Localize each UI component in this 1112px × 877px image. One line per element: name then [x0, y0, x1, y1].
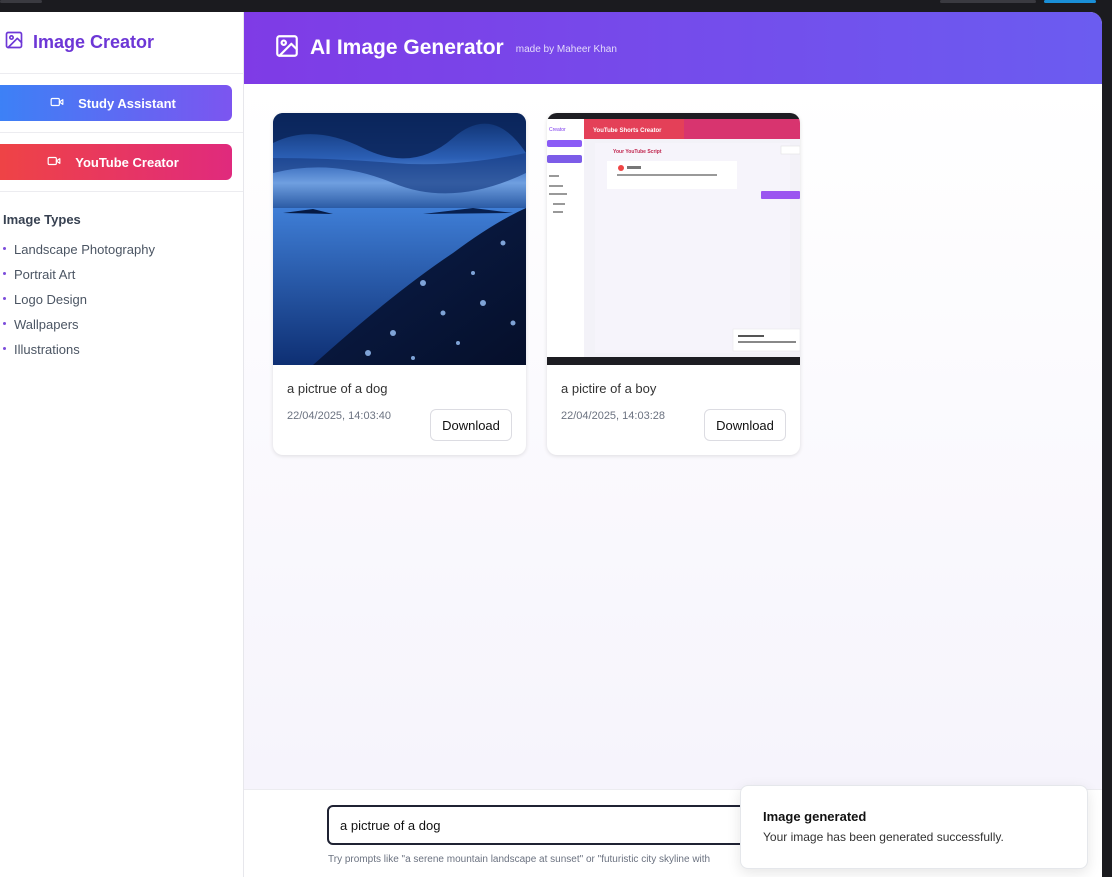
download-button[interactable]: Download: [704, 409, 786, 441]
youtube-creator-button[interactable]: YouTube Creator: [0, 144, 232, 180]
toast-title: Image generated: [763, 809, 867, 824]
thumb-brand: Creator: [549, 127, 566, 133]
window-chrome-left: [0, 0, 42, 3]
page-header: AI Image Generator made by Maheer Khan: [244, 12, 1102, 84]
app-window: Image Creator Study Assistant YouTube Cr…: [0, 12, 1102, 877]
image-types-list: Landscape Photography Portrait Art Logo …: [3, 237, 243, 362]
image-type-wallpapers[interactable]: Wallpapers: [3, 312, 243, 337]
toast-description: Your image has been generated successful…: [763, 830, 1004, 844]
study-assistant-button[interactable]: Study Assistant: [0, 85, 232, 121]
card-prompt: a pictrue of a dog: [287, 381, 388, 396]
sidebar-brand-title: Image Creator: [33, 32, 155, 52]
window-chrome-right: [940, 0, 1036, 3]
youtube-creator-row: YouTube Creator: [0, 133, 243, 192]
download-button[interactable]: Download: [430, 409, 512, 441]
window-chrome-accent: [1044, 0, 1096, 3]
youtube-creator-label: YouTube Creator: [75, 154, 179, 170]
thumb-header: YouTube Shorts Creator: [593, 128, 662, 134]
image-type-logo[interactable]: Logo Design: [3, 287, 243, 312]
image-card: YouTube Shorts Creator Creator Your YouT…: [547, 113, 800, 455]
thumb-panel-title: Your YouTube Script: [613, 149, 662, 155]
video-icon: [50, 95, 64, 112]
study-assistant-label: Study Assistant: [78, 95, 176, 111]
image-type-illustrations[interactable]: Illustrations: [3, 337, 243, 362]
prompt-hint: Try prompts like "a serene mountain land…: [328, 854, 711, 865]
toast-notification[interactable]: Image generated Your image has been gene…: [740, 785, 1088, 869]
generated-image-screenshot[interactable]: YouTube Shorts Creator Creator Your YouT…: [547, 113, 800, 365]
study-assistant-row: Study Assistant: [0, 74, 243, 133]
generated-image-landscape[interactable]: [273, 113, 526, 365]
video-icon: [47, 154, 61, 171]
image-card: a pictrue of a dog 22/04/2025, 14:03:40 …: [273, 113, 526, 455]
image-types-section: Image Types Landscape Photography Portra…: [0, 192, 243, 362]
image-icon: [274, 33, 300, 64]
card-date: 22/04/2025, 14:03:28: [561, 410, 665, 422]
image-icon: [4, 30, 24, 55]
page-title: AI Image Generator: [310, 36, 504, 59]
image-type-landscape[interactable]: Landscape Photography: [3, 237, 243, 262]
prompt-input[interactable]: [327, 805, 787, 845]
sidebar-brand[interactable]: Image Creator: [0, 12, 243, 74]
image-gallery: a pictrue of a dog 22/04/2025, 14:03:40 …: [244, 84, 1102, 789]
card-prompt: a pictire of a boy: [561, 381, 657, 396]
page-subtitle: made by Maheer Khan: [515, 43, 617, 55]
card-date: 22/04/2025, 14:03:40: [287, 410, 391, 422]
image-type-portrait[interactable]: Portrait Art: [3, 262, 243, 287]
sidebar: Image Creator Study Assistant YouTube Cr…: [0, 12, 244, 877]
image-types-title: Image Types: [3, 212, 81, 227]
